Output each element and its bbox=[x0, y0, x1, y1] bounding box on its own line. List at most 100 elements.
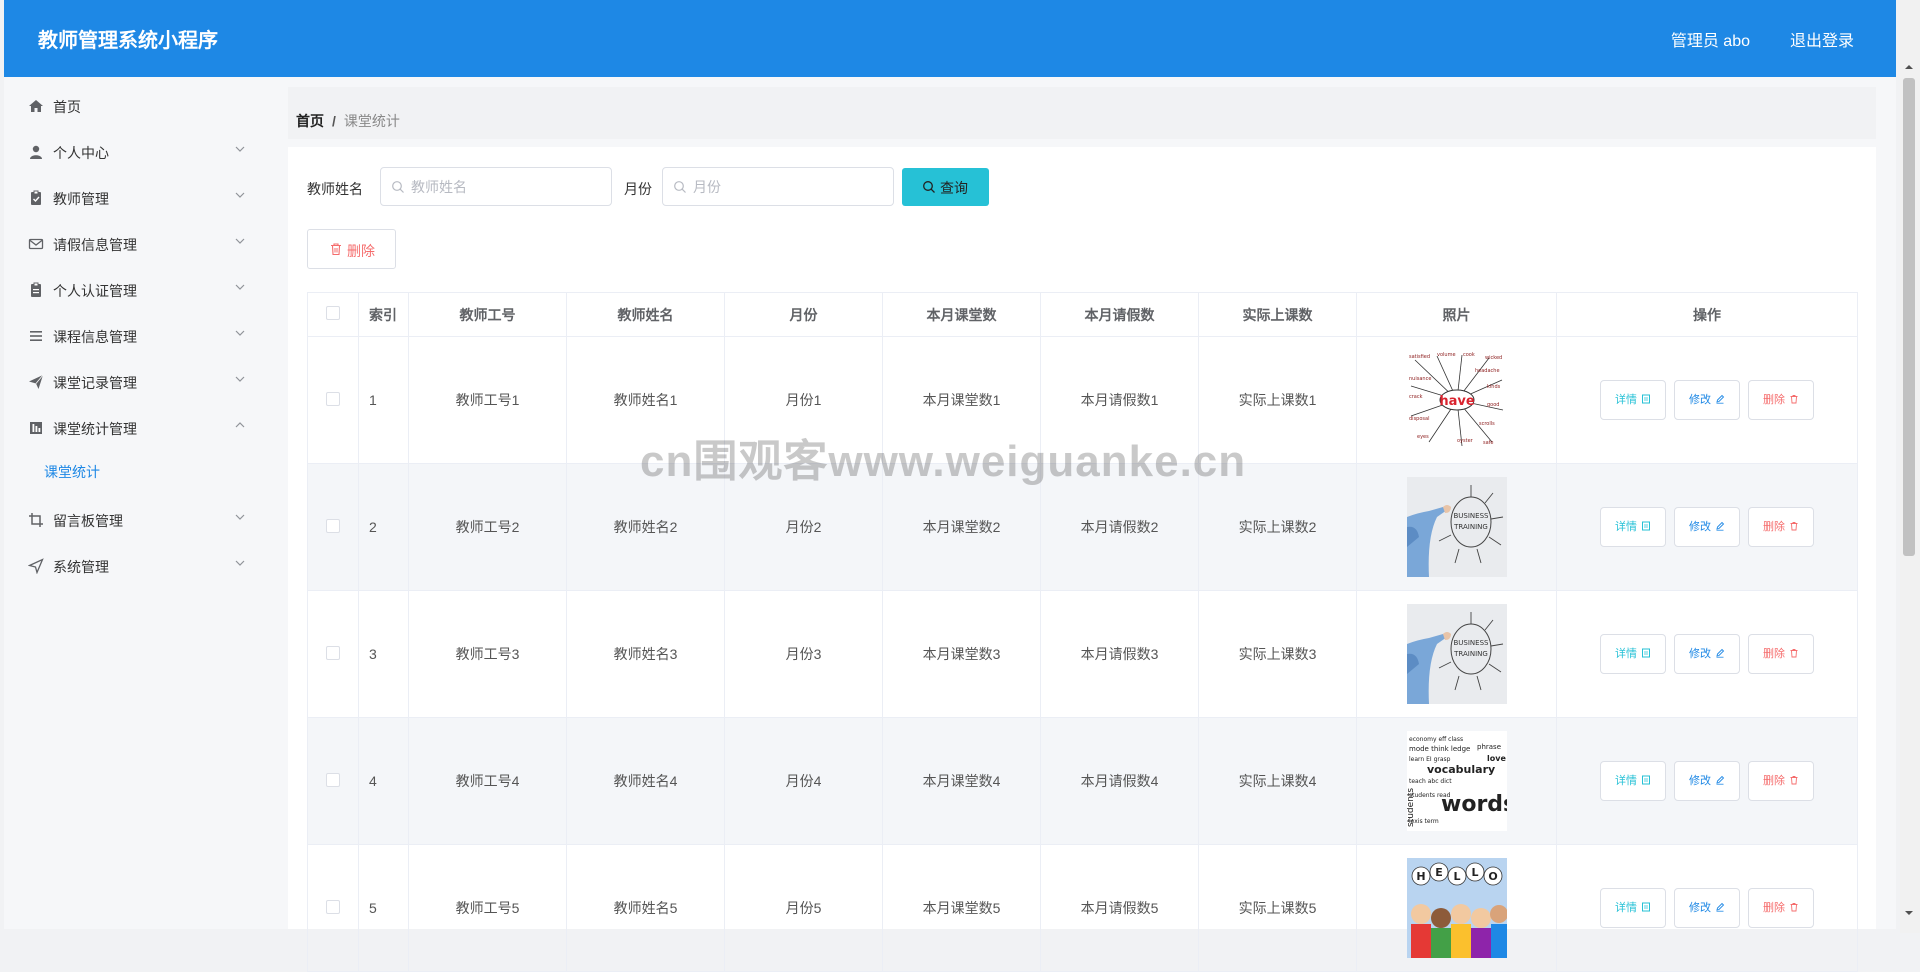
edit-button[interactable]: 修改 bbox=[1674, 634, 1740, 674]
edit-button-label: 修改 bbox=[1689, 648, 1711, 660]
trash-icon bbox=[1790, 395, 1798, 404]
select-all-checkbox[interactable] bbox=[326, 306, 340, 320]
row-checkbox[interactable] bbox=[326, 391, 340, 406]
edit-button[interactable]: 修改 bbox=[1674, 761, 1740, 801]
business-training-image[interactable]: BUSINESS TRAINING bbox=[1406, 477, 1507, 577]
detail-button[interactable]: 详情 bbox=[1600, 634, 1666, 674]
document-icon bbox=[1642, 648, 1650, 658]
sidebar-subitem-class-stats[interactable]: 课堂统计 bbox=[4, 450, 262, 490]
row-checkbox[interactable] bbox=[326, 899, 340, 914]
sidebar-item-label: 课堂记录管理 bbox=[53, 375, 137, 391]
column-header: 索引 bbox=[358, 292, 409, 337]
delete-button[interactable]: 删除 bbox=[1748, 761, 1814, 801]
detail-button-label: 详情 bbox=[1615, 648, 1637, 660]
detail-button[interactable]: 详情 bbox=[1600, 761, 1666, 801]
bulk-delete-button[interactable]: 删除 bbox=[307, 229, 396, 269]
teacher-name-cell: 教师姓名5 bbox=[566, 844, 725, 972]
svg-text:kinds: kinds bbox=[1487, 384, 1501, 390]
delete-button[interactable]: 删除 bbox=[1748, 634, 1814, 674]
logout-link[interactable]: 退出登录 bbox=[1790, 27, 1854, 51]
delete-button-label: 删除 bbox=[1763, 648, 1785, 660]
svg-text:satisfied: satisfied bbox=[1409, 354, 1430, 360]
content-card: 教师姓名 月份 查询 删除 bbox=[288, 147, 1876, 972]
breadcrumb-bar: 首页 / 课堂统计 bbox=[288, 87, 1876, 139]
teacher-name-input[interactable] bbox=[411, 176, 591, 198]
leaves-cell: 本月请假数3 bbox=[1040, 590, 1199, 718]
breadcrumb: 首页 / 课堂统计 bbox=[296, 111, 400, 131]
trash-icon bbox=[1790, 649, 1798, 658]
detail-button[interactable]: 详情 bbox=[1600, 888, 1666, 928]
actual-cell: 实际上课数4 bbox=[1198, 717, 1357, 845]
sidebar-item-label: 个人认证管理 bbox=[53, 283, 137, 299]
vocabulary-words-image[interactable]: economy eff class mode think ledge learn… bbox=[1406, 731, 1507, 831]
edit-icon bbox=[1716, 902, 1725, 912]
row-checkbox[interactable] bbox=[326, 772, 340, 787]
chevron-down-icon bbox=[235, 330, 245, 336]
hello-kids-image[interactable]: HELLO bbox=[1406, 858, 1507, 958]
trash-icon bbox=[1790, 522, 1798, 531]
svg-text:H: H bbox=[1416, 870, 1425, 883]
month-cell: 月份5 bbox=[724, 844, 883, 972]
month-cell: 月份4 bbox=[724, 717, 883, 845]
delete-button[interactable]: 删除 bbox=[1748, 507, 1814, 547]
sidebar-subitem-label: 课堂统计 bbox=[44, 464, 100, 480]
column-header: 月份 bbox=[724, 292, 883, 337]
svg-text:E: E bbox=[1435, 866, 1443, 879]
home-icon bbox=[29, 100, 43, 112]
edit-button[interactable]: 修改 bbox=[1674, 380, 1740, 420]
delete-button[interactable]: 删除 bbox=[1748, 380, 1814, 420]
sidebar-item-label: 课堂统计管理 bbox=[53, 421, 137, 437]
scroll-up-arrow-icon[interactable] bbox=[1904, 62, 1914, 72]
sidebar-item-label: 请假信息管理 bbox=[53, 237, 137, 253]
trash-icon bbox=[331, 243, 341, 256]
month-input[interactable] bbox=[693, 176, 873, 198]
teacher-no-cell: 教师工号1 bbox=[408, 336, 567, 464]
sidebar-item-class-stats-management[interactable]: 课堂统计管理 bbox=[4, 399, 262, 455]
detail-button-label: 详情 bbox=[1615, 521, 1637, 533]
edit-icon bbox=[1716, 775, 1725, 785]
operations-cell: 详情 修改 删除 bbox=[1556, 463, 1858, 591]
photo-cell: have satisfied volume cook wicked nuisance he… bbox=[1356, 336, 1557, 464]
teacher-no-cell: 教师工号5 bbox=[408, 844, 567, 972]
detail-button[interactable]: 详情 bbox=[1600, 380, 1666, 420]
trash-icon bbox=[1790, 903, 1798, 912]
scrollbar-thumb[interactable] bbox=[1903, 78, 1915, 556]
delete-button[interactable]: 删除 bbox=[1748, 888, 1814, 928]
watermark: cn围观客www.weiguanke.cn bbox=[640, 437, 1247, 486]
app-title: 教师管理系统小程序 bbox=[38, 30, 218, 52]
row-checkbox[interactable] bbox=[326, 518, 340, 533]
query-button-label: 查询 bbox=[940, 180, 968, 196]
svg-text:BUSINESS: BUSINESS bbox=[1453, 512, 1489, 520]
detail-button-label: 详情 bbox=[1615, 902, 1637, 914]
sidebar-item-system-management[interactable]: 系统管理 bbox=[4, 537, 262, 593]
svg-text:learn EI grasp: learn EI grasp bbox=[1409, 756, 1451, 763]
index-cell: 5 bbox=[358, 844, 409, 972]
column-header: 实际上课数 bbox=[1198, 292, 1357, 337]
teacher-name-field[interactable] bbox=[380, 167, 612, 206]
breadcrumb-home[interactable]: 首页 bbox=[296, 113, 324, 129]
row-checkbox[interactable] bbox=[326, 645, 340, 660]
select-all-cell bbox=[307, 292, 359, 337]
edit-icon bbox=[1716, 394, 1725, 404]
search-icon bbox=[923, 181, 935, 193]
svg-text:vocabulary: vocabulary bbox=[1427, 763, 1495, 776]
svg-text:scrolls: scrolls bbox=[1479, 421, 1495, 427]
svg-text:economy eff class: economy eff class bbox=[1409, 736, 1463, 743]
document-icon bbox=[1642, 902, 1650, 912]
detail-button[interactable]: 详情 bbox=[1600, 507, 1666, 547]
query-button[interactable]: 查询 bbox=[902, 168, 989, 206]
document-icon bbox=[1642, 521, 1650, 531]
table-row: 4 教师工号4 教师姓名4 月份4 本月课堂数4 本月请假数4 实际上课数4 e… bbox=[307, 717, 1858, 845]
scroll-down-arrow-icon[interactable] bbox=[1904, 908, 1914, 918]
business-training-image[interactable]: BUSINESS TRAINING bbox=[1406, 604, 1507, 704]
teacher-name-label: 教师姓名 bbox=[307, 181, 363, 197]
navigation-icon bbox=[28, 558, 44, 574]
user-icon bbox=[30, 145, 42, 159]
month-field[interactable] bbox=[662, 167, 894, 206]
svg-text:mode think ledge: mode think ledge bbox=[1409, 745, 1470, 753]
have-wordcloud-image[interactable]: have satisfied volume cook wicked nuisance he… bbox=[1406, 350, 1507, 450]
edit-button[interactable]: 修改 bbox=[1674, 888, 1740, 928]
row-select-cell bbox=[307, 336, 359, 464]
svg-text:safe: safe bbox=[1483, 440, 1494, 446]
edit-button[interactable]: 修改 bbox=[1674, 507, 1740, 547]
